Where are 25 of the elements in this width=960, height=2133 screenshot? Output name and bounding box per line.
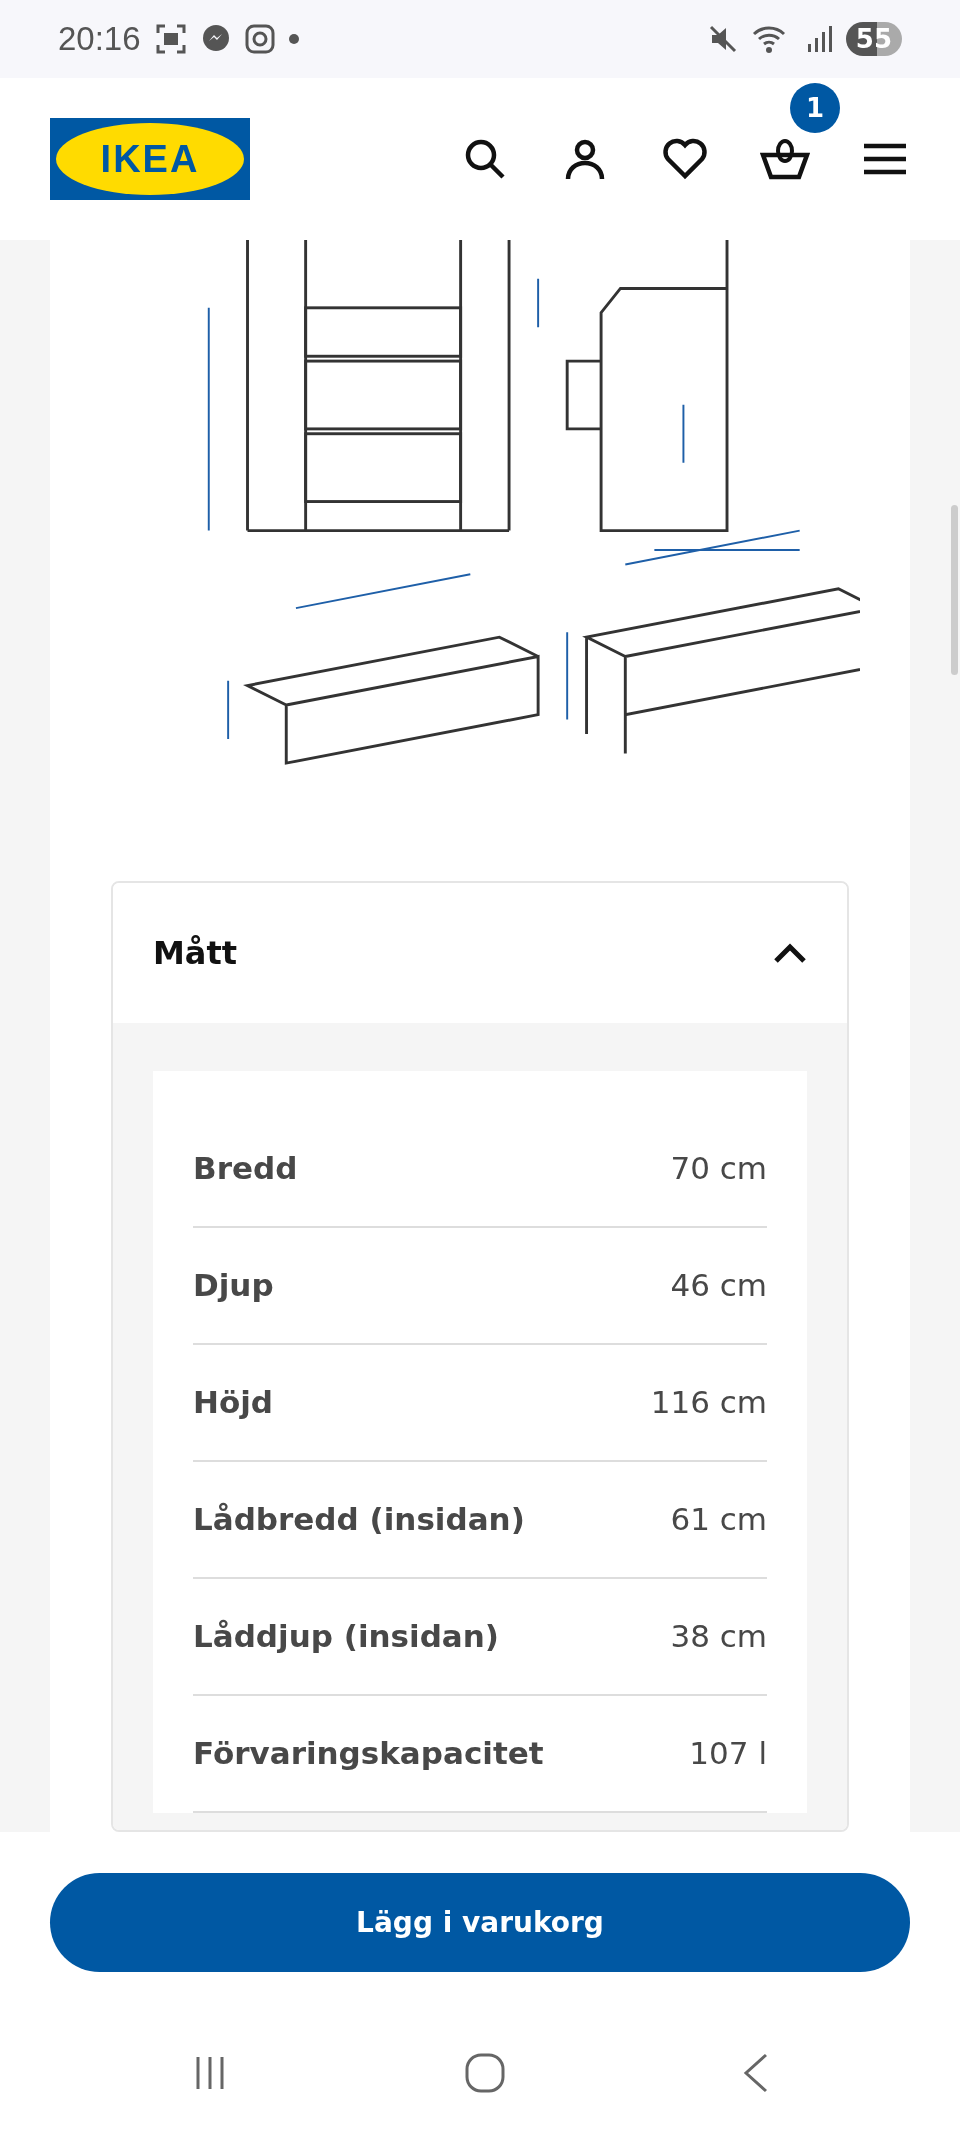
- cart-count-badge: 1: [790, 83, 840, 133]
- dimension-value: 38 cm: [670, 1618, 767, 1655]
- dimension-value: 116 cm: [650, 1384, 767, 1421]
- dimension-label: Höjd: [193, 1384, 274, 1421]
- dimension-label: Förvaringskapacitet: [193, 1735, 544, 1772]
- messenger-icon: [200, 24, 231, 54]
- dimension-value: 107 l: [689, 1735, 767, 1772]
- mute-icon: [707, 24, 738, 54]
- ikea-logo[interactable]: IKEA: [50, 118, 250, 200]
- battery-level: 55: [845, 22, 902, 56]
- dot-icon: [288, 34, 299, 44]
- dimension-value: 61 cm: [670, 1501, 767, 1538]
- screenshot-icon: [154, 23, 187, 55]
- dimension-label: Bredd: [193, 1150, 298, 1187]
- chevron-icon: [773, 941, 807, 964]
- camera-icon: [244, 24, 275, 54]
- status-time: 20:16: [58, 20, 141, 58]
- dimension-label: Djup: [193, 1267, 274, 1304]
- dimension-value: 46 cm: [670, 1267, 767, 1304]
- dimension-label: Lådbredd (insidan): [193, 1501, 525, 1538]
- home-icon[interactable]: [464, 2052, 506, 2094]
- dimension-label: Låddjup (insidan): [193, 1618, 500, 1655]
- signal-icon: [805, 24, 832, 54]
- dimension-value: 70 cm: [670, 1150, 767, 1187]
- add-to-cart-button[interactable]: Lägg i varukorg: [50, 1873, 910, 1972]
